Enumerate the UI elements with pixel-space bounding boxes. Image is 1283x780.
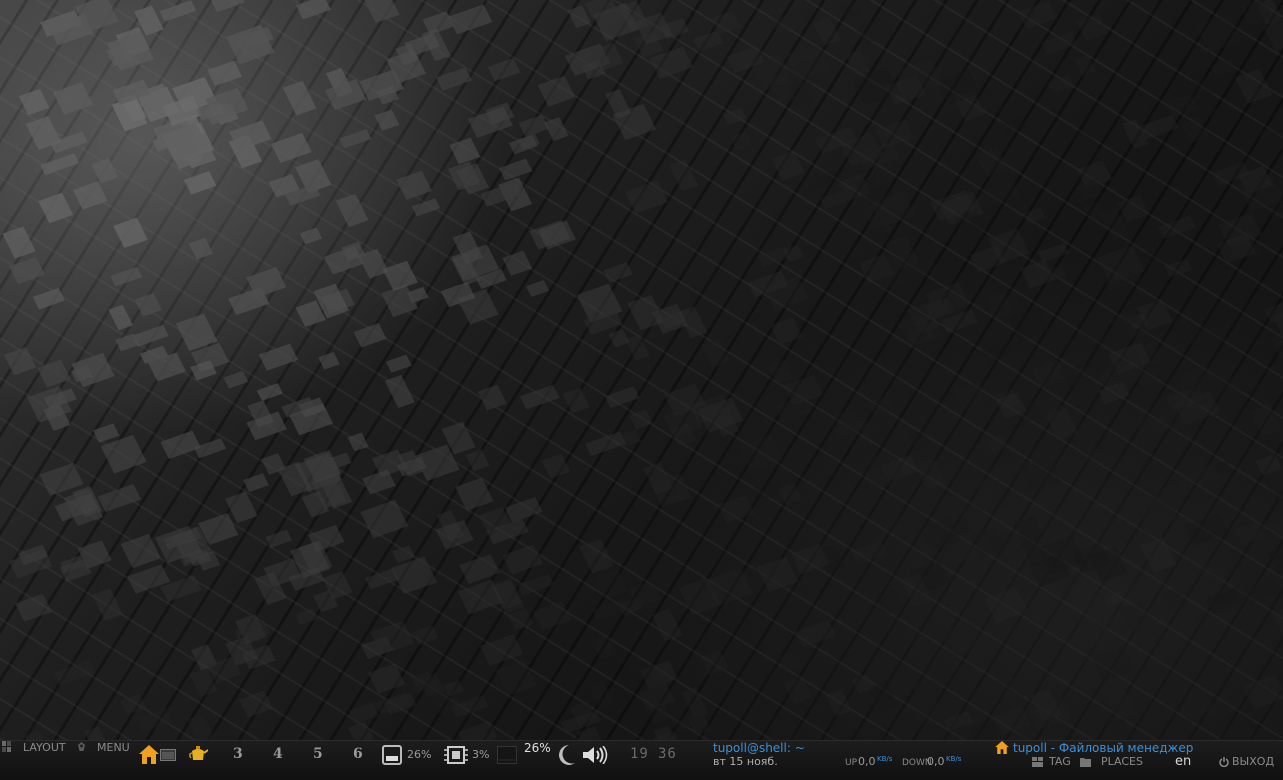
speaker-icon[interactable] (583, 745, 609, 765)
moon-icon[interactable] (556, 744, 576, 766)
menu-button[interactable]: MENU (97, 741, 130, 754)
tag-icon[interactable] (1032, 757, 1043, 767)
menu-icon[interactable] (76, 741, 87, 752)
net-up-value: 0,0 (858, 755, 876, 768)
keyboard-layout[interactable]: en (1175, 754, 1191, 769)
volume-level: 26% (524, 741, 551, 755)
net-up-label: UP (845, 758, 858, 768)
layout-button[interactable]: LAYOUT (23, 741, 66, 754)
cpu-icon (444, 745, 468, 765)
layout-icon[interactable] (2, 741, 12, 752)
memory-icon (382, 745, 402, 765)
task-terminal[interactable]: tupoll@shell: ~ (713, 741, 805, 755)
window-icon[interactable] (160, 749, 176, 761)
home-icon[interactable] (139, 745, 159, 764)
cpu-usage: 3% (472, 748, 490, 761)
tag-4[interactable]: 4 (273, 746, 283, 762)
wallpaper-blocks (2, 0, 1283, 740)
file-manager-home-icon (995, 741, 1009, 754)
net-down-value: 0,0 (927, 755, 945, 768)
places-button[interactable]: PLACES (1101, 755, 1143, 768)
bottom-panel: LAYOUT MENU 3 4 5 6 26% 3% 26% 19 36 tup… (0, 740, 1283, 780)
clock-hours: 19 (630, 746, 649, 762)
tag-5[interactable]: 5 (313, 746, 323, 762)
clock-minutes: 36 (658, 746, 677, 762)
tag-button[interactable]: TAG (1049, 755, 1071, 768)
task-file-manager[interactable]: tupoll - Файловый менеджер (1013, 741, 1193, 755)
net-up-unit: KB/s (877, 755, 893, 763)
teapot-icon[interactable] (188, 745, 209, 763)
exit-button[interactable]: ВЫХОД (1232, 755, 1274, 768)
net-down-unit: KB/s (946, 755, 962, 763)
date-display: вт 15 нояб. (713, 755, 778, 768)
tag-6[interactable]: 6 (353, 746, 363, 762)
cpu-graph (497, 746, 517, 764)
places-icon[interactable] (1080, 757, 1091, 767)
power-icon[interactable] (1219, 757, 1229, 768)
desktop-wallpaper (0, 0, 1283, 740)
tag-3[interactable]: 3 (233, 746, 243, 762)
memory-usage: 26% (407, 748, 432, 761)
